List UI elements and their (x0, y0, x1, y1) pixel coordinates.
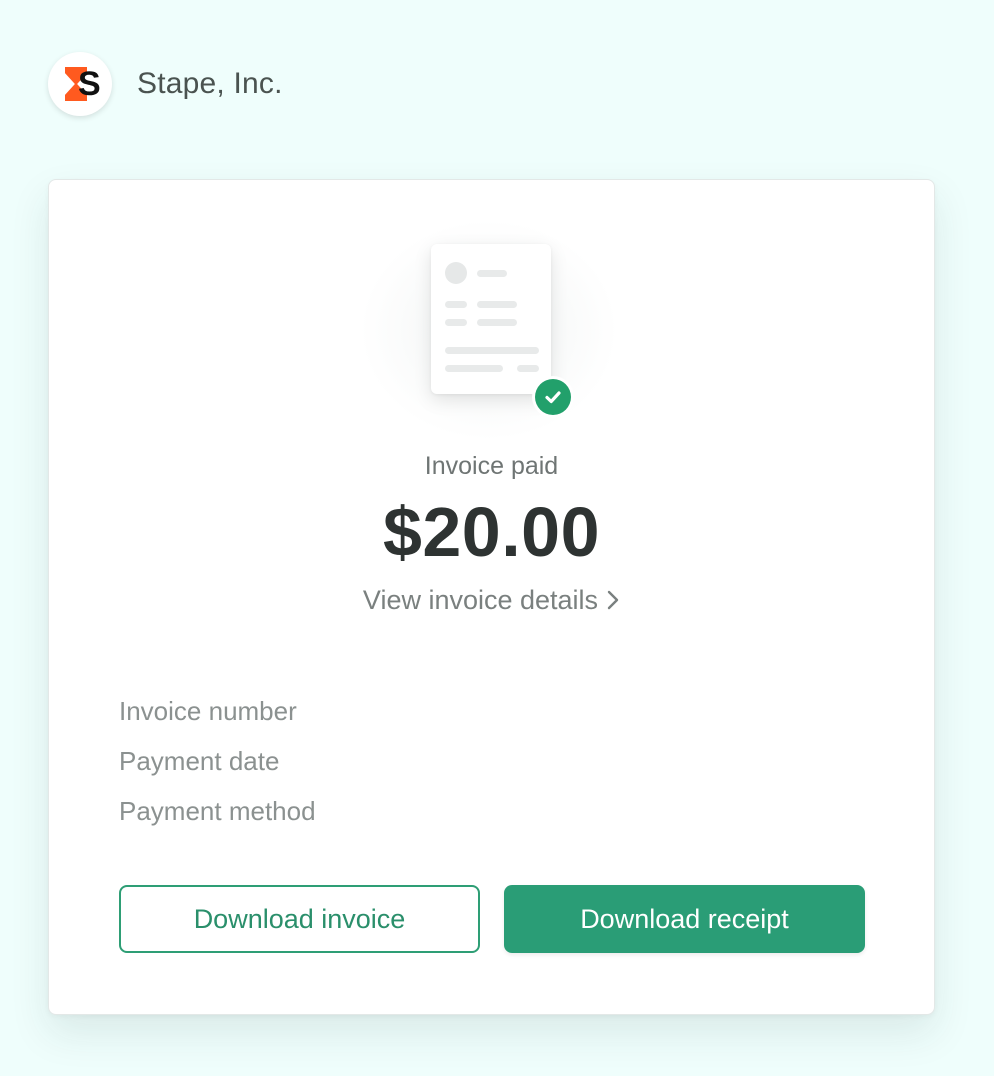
invoice-status: Invoice paid (424, 452, 559, 480)
check-circle-icon (532, 376, 574, 418)
invoice-number-label: Invoice number (119, 696, 297, 726)
doc-avatar-placeholder (445, 262, 467, 284)
doc-line (445, 365, 503, 372)
doc-line (445, 301, 467, 308)
invoice-illustration (49, 210, 934, 450)
check-circle-fill (535, 379, 571, 415)
invoice-document-icon (431, 244, 551, 394)
download-actions: Download invoice Download receipt (119, 885, 865, 953)
doc-line (477, 301, 517, 308)
stape-logo-icon: S (48, 52, 112, 116)
doc-line (517, 365, 539, 372)
merchant-header: S Stape, Inc. (48, 52, 283, 116)
view-invoice-details-label: View invoice details (362, 585, 599, 615)
payment-method-label: Payment method (119, 796, 316, 826)
invoice-card: Invoice paid $20.00 View invoice details… (48, 179, 935, 1015)
invoice-info-list: Invoice number Payment date Payment meth… (119, 692, 316, 842)
company-name: Stape, Inc. (137, 67, 283, 100)
payment-date-label: Payment date (119, 746, 280, 776)
doc-line (477, 270, 507, 277)
download-invoice-button[interactable]: Download invoice (119, 885, 480, 953)
view-invoice-details-link[interactable]: View invoice details (49, 585, 934, 616)
invoice-amount: $20.00 (382, 493, 601, 571)
logo-letter: S (78, 65, 101, 103)
chevron-right-icon (607, 590, 619, 610)
doc-line (477, 319, 517, 326)
doc-line (445, 319, 467, 326)
doc-line (445, 347, 539, 354)
download-receipt-button[interactable]: Download receipt (504, 885, 865, 953)
check-icon (545, 391, 561, 404)
